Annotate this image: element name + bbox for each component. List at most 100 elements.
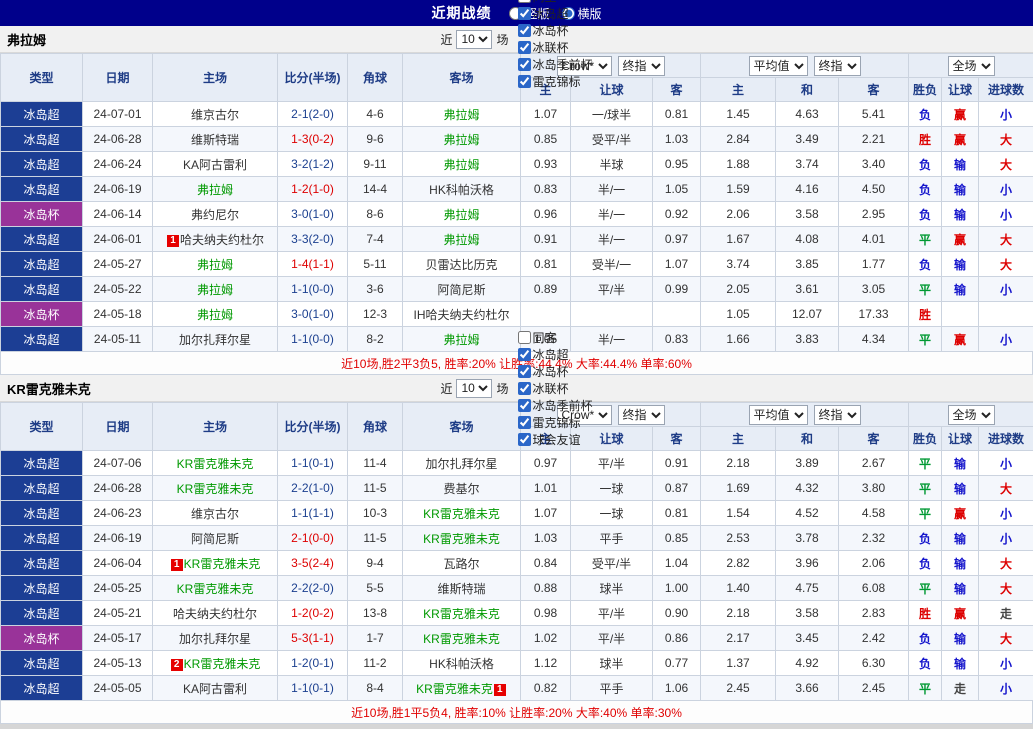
home-team[interactable]: 弗拉姆 bbox=[197, 183, 233, 197]
matches-table: 类型 日期 主场 比分(半场) 角球 客场 Crow* 终指 平均值 终指 全场 主让球客主和客胜负… bbox=[0, 53, 1033, 352]
team-section: KR雷克雅未克 近 10 场 同客 冰岛超 冰岛杯 冰联杯 冰岛季前杯 雷克锦标 球会友谊 … bbox=[0, 330, 1033, 724]
filter-checkbox[interactable]: 球会友谊 bbox=[517, 431, 593, 448]
away-team[interactable]: 阿简尼斯 bbox=[437, 283, 485, 297]
filter-checkbox[interactable]: 冰岛杯 bbox=[517, 363, 593, 380]
filter-checkbox-input[interactable] bbox=[517, 398, 531, 412]
home-team[interactable]: 弗约尼尔 bbox=[191, 208, 239, 222]
filter-checkbox-input[interactable] bbox=[517, 432, 531, 446]
home-team[interactable]: KR雷克雅未克 bbox=[177, 582, 254, 596]
away-team[interactable]: IH哈夫纳夫约杜尔 bbox=[413, 308, 509, 322]
filter-checkbox-input[interactable] bbox=[517, 0, 531, 3]
away-team[interactable]: 维斯特瑞 bbox=[437, 582, 485, 596]
avg-select[interactable]: 平均值 bbox=[748, 55, 808, 76]
odds-away: 1.00 bbox=[651, 575, 702, 601]
filter-checkbox-input[interactable] bbox=[517, 364, 531, 378]
filter-checkbox[interactable]: 雷克锦标 bbox=[517, 414, 593, 431]
home-team-cell: KR雷克雅未克 bbox=[152, 450, 278, 476]
away-team[interactable]: HK科帕沃格 bbox=[429, 183, 494, 197]
filter-checkbox[interactable]: 冰岛季前杯 bbox=[517, 56, 593, 73]
team-section: 弗拉姆 近 10 场 同主冰岛超冰岛杯冰联杯冰岛季前杯雷克锦标 类型日期主场比分… bbox=[0, 0, 1033, 375]
match-row: 冰岛超 24-06-04 1 KR雷克雅未克 3-5(2-4) 9-4 瓦路尔 0.84 受平/… bbox=[0, 550, 1033, 576]
away-team[interactable]: 弗拉姆 bbox=[443, 133, 479, 147]
result-goals: 小 bbox=[978, 525, 1033, 551]
away-team[interactable]: KR雷克雅未克 bbox=[423, 632, 500, 646]
sub-col-header: 和 bbox=[775, 426, 840, 451]
filter-checkbox-input[interactable] bbox=[517, 415, 531, 429]
home-team[interactable]: KA阿古雷利 bbox=[183, 158, 247, 172]
home-team[interactable]: 弗拉姆 bbox=[197, 308, 233, 322]
match-row: 冰岛超 24-07-01 维京古尔 2-1(2-0) 4-6 弗拉姆 1.07 一/球半 0.8… bbox=[0, 101, 1033, 127]
home-team[interactable]: KR雷克雅未克 bbox=[184, 557, 261, 571]
filter-checkbox[interactable]: 冰岛超 bbox=[517, 5, 593, 22]
away-team[interactable]: 弗拉姆 bbox=[443, 158, 479, 172]
final-odds-select[interactable]: 终指 bbox=[813, 404, 861, 425]
home-team[interactable]: KR雷克雅未克 bbox=[177, 457, 254, 471]
home-team[interactable]: 阿简尼斯 bbox=[191, 532, 239, 546]
avg-home: 2.05 bbox=[700, 276, 777, 302]
away-team[interactable]: KR雷克雅未克 bbox=[416, 682, 493, 696]
match-row: 冰岛杯 24-05-18 弗拉姆 3-0(1-0) 12-3 IH哈夫纳夫约杜尔 1.05 1… bbox=[0, 301, 1033, 327]
filter-checkbox-input[interactable] bbox=[517, 381, 531, 395]
away-team[interactable]: 加尔扎拜尔星 bbox=[425, 457, 497, 471]
final-odds-select[interactable]: 终指 bbox=[813, 55, 861, 76]
away-team[interactable]: KR雷克雅未克 bbox=[423, 507, 500, 521]
home-team[interactable]: 维京古尔 bbox=[191, 507, 239, 521]
home-team[interactable]: 加尔扎拜尔星 bbox=[179, 333, 251, 347]
away-team[interactable]: KR雷克雅未克 bbox=[423, 532, 500, 546]
filter-checkbox[interactable]: 冰联杯 bbox=[517, 380, 593, 397]
away-team[interactable]: 弗拉姆 bbox=[443, 108, 479, 122]
filter-checkbox[interactable]: 冰岛季前杯 bbox=[517, 397, 593, 414]
scope-select[interactable]: 全场 bbox=[947, 404, 995, 425]
result-handicap: 输 bbox=[941, 450, 980, 476]
filter-checkbox-input[interactable] bbox=[517, 58, 531, 71]
filter-checkbox[interactable]: 雷克锦标 bbox=[517, 73, 593, 90]
away-team[interactable]: 瓦路尔 bbox=[443, 557, 479, 571]
home-team[interactable]: 弗拉姆 bbox=[197, 283, 233, 297]
home-team[interactable]: 维京古尔 bbox=[191, 108, 239, 122]
final-odds-select[interactable]: 终指 bbox=[617, 55, 665, 76]
home-team[interactable]: KR雷克雅未克 bbox=[184, 657, 261, 671]
result-goals: 走 bbox=[978, 600, 1033, 626]
result-goals: 小 bbox=[978, 176, 1033, 202]
date-cell: 24-07-06 bbox=[82, 450, 153, 476]
match-count-select[interactable]: 10 bbox=[456, 378, 493, 398]
final-odds-select[interactable]: 终指 bbox=[617, 404, 665, 425]
match-row: 冰岛超 24-06-23 维京古尔 1-1(1-1) 10-3 KR雷克雅未克 1.07 一球… bbox=[0, 500, 1033, 526]
filter-checkbox-input[interactable] bbox=[517, 75, 531, 88]
home-team[interactable]: KA阿古雷利 bbox=[183, 682, 247, 696]
summary-line: 近10场,胜1平5负4, 胜率:10% 让胜率:20% 大率:40% 单率:30… bbox=[0, 701, 1033, 724]
home-team[interactable]: 弗拉姆 bbox=[197, 258, 233, 272]
score-cell: 5-3(1-1) bbox=[277, 625, 348, 651]
home-team[interactable]: 哈夫纳夫约杜尔 bbox=[180, 233, 264, 247]
away-team[interactable]: 弗拉姆 bbox=[443, 208, 479, 222]
filter-checkbox[interactable]: 同客 bbox=[517, 329, 593, 346]
avg-home: 2.18 bbox=[700, 600, 777, 626]
filter-checkbox[interactable]: 冰岛超 bbox=[517, 346, 593, 363]
filter-checkbox[interactable]: 冰岛杯 bbox=[517, 22, 593, 39]
near-label: 近 bbox=[440, 381, 453, 396]
odds-home: 0.81 bbox=[520, 251, 571, 277]
match-count-select[interactable]: 10 bbox=[456, 29, 493, 49]
filter-checkbox-input[interactable] bbox=[517, 41, 531, 54]
avg-select[interactable]: 平均值 bbox=[748, 404, 808, 425]
away-team[interactable]: KR雷克雅未克 bbox=[423, 607, 500, 621]
filter-checkbox[interactable]: 冰联杯 bbox=[517, 39, 593, 56]
away-team[interactable]: HK科帕沃格 bbox=[429, 657, 494, 671]
scope-select[interactable]: 全场 bbox=[947, 55, 995, 76]
odds-away bbox=[651, 301, 702, 327]
home-team[interactable]: 维斯特瑞 bbox=[191, 133, 239, 147]
home-team[interactable]: KR雷克雅未克 bbox=[177, 482, 254, 496]
away-team[interactable]: 费基尔 bbox=[443, 482, 479, 496]
home-team[interactable]: 哈夫纳夫约杜尔 bbox=[173, 607, 257, 621]
filter-checkbox-input[interactable] bbox=[517, 347, 531, 361]
match-row: 冰岛超 24-06-28 维斯特瑞 1-3(0-2) 9-6 弗拉姆 0.85 受平/半 1.0… bbox=[0, 126, 1033, 152]
filter-checkbox-input[interactable] bbox=[517, 330, 531, 344]
away-team[interactable]: 弗拉姆 bbox=[443, 233, 479, 247]
filter-checkbox-input[interactable] bbox=[517, 24, 531, 37]
away-team[interactable]: 贝雷达比历克 bbox=[425, 258, 497, 272]
odds-home: 1.03 bbox=[520, 525, 571, 551]
home-team[interactable]: 加尔扎拜尔星 bbox=[179, 632, 251, 646]
odds-handicap: 一球 bbox=[570, 475, 653, 501]
filter-checkbox-input[interactable] bbox=[517, 7, 531, 20]
result-outcome: 平 bbox=[908, 475, 943, 501]
